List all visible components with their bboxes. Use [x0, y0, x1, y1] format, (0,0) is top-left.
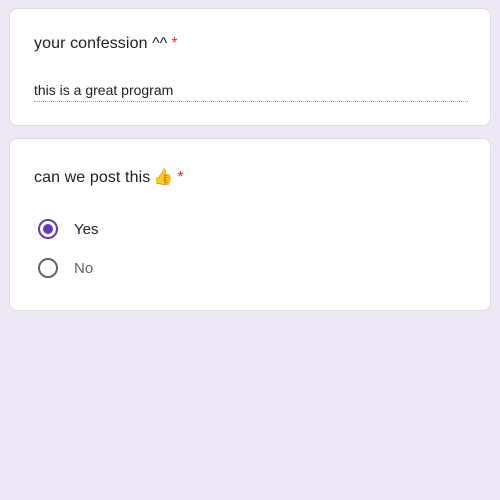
confession-answer-field[interactable]: this is a great program	[34, 82, 468, 102]
radio-option-no[interactable]: No	[38, 258, 93, 278]
required-asterisk: *	[171, 35, 178, 52]
radio-option-label: Yes	[74, 220, 99, 238]
confession-question-card: your confession ^^ * this is a great prog…	[9, 8, 491, 126]
radio-option-yes[interactable]: Yes	[38, 219, 98, 239]
question-title: your confession ^^ *	[34, 35, 178, 53]
radio-unchecked-icon[interactable]	[38, 258, 58, 278]
question-title-text: can we post this	[34, 169, 151, 186]
question-title: can we post this 👍 *	[34, 167, 184, 187]
radio-option-label: No	[74, 259, 94, 277]
question-title-text: your confession ^^	[34, 35, 168, 52]
form-page: your confession ^^ * this is a great prog…	[0, 0, 500, 500]
thumbs-up-icon: 👍	[153, 167, 174, 186]
required-asterisk: *	[177, 169, 184, 186]
radio-checked-icon[interactable]	[38, 219, 58, 239]
post-permission-question-card: can we post this 👍 * Yes No	[9, 138, 491, 311]
